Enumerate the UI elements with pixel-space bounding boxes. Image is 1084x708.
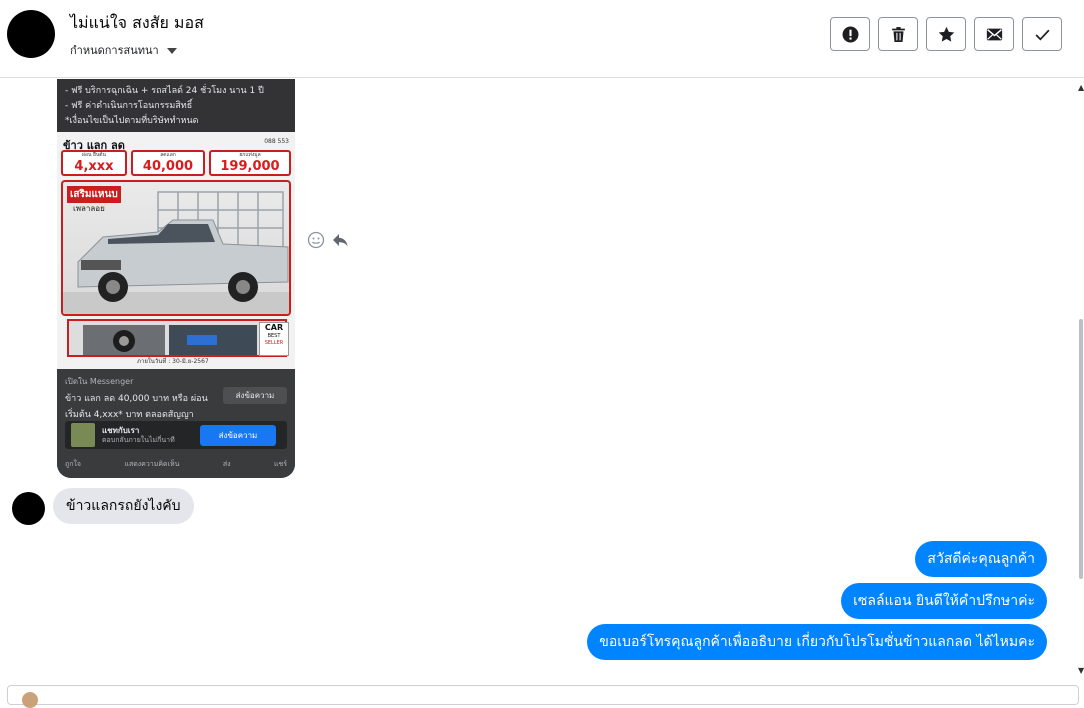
badge-text: BEST	[267, 333, 281, 339]
user-avatar	[22, 692, 38, 708]
promo-sub: เพลาลอย	[73, 204, 105, 213]
ad-date: ภายในวันที่ : 30-มิ.ย-2567	[137, 358, 209, 365]
scroll-thumb[interactable]	[1079, 319, 1083, 579]
ad-actions: ถูกใจ แสดงความคิดเห็น ส่ง แชร์	[65, 459, 287, 470]
conversation-header: ไม่แน่ใจ สงสัย มอส กำหนดการสนทนา	[0, 0, 1084, 78]
label-dropdown[interactable]: กำหนดการสนทนา	[70, 41, 177, 59]
scroll-up-arrow-icon[interactable]: ▲	[1078, 83, 1084, 92]
truck-photo: เสริมแหนบ เพลาลอย	[61, 180, 291, 316]
messenger-button-label: ส่งข้อความ	[218, 431, 258, 440]
share-action[interactable]: แชร์	[274, 459, 287, 470]
ad-line: - ฟรี ค่าดำเนินการโอนกรรมสิทธิ์	[65, 101, 193, 111]
contact-avatar[interactable]	[7, 10, 55, 58]
ad-description: - ฟรี บริการฉุกเฉิน + รถสไลด์ 24 ชั่วโมง…	[57, 79, 295, 132]
message-thread[interactable]: - ฟรี บริการฉุกเฉิน + รถสไลด์ 24 ชั่วโมง…	[0, 79, 1078, 683]
caret-down-icon	[166, 47, 177, 54]
delete-button[interactable]	[878, 17, 918, 51]
outgoing-message-bubble[interactable]: ขอเบอร์โทรคุณลูกค้าเพื่ออธิบาย เกี่ยวกับ…	[587, 624, 1047, 660]
badge-text: CAR	[264, 323, 284, 332]
scroll-down-arrow-icon[interactable]: ▼	[1078, 666, 1084, 675]
ad-text: ข้าว แลก ลด 40,000 บาท หรือ ผ่อน เริ่มต้…	[65, 391, 215, 423]
price-caption: ยกแท่งมูล	[239, 152, 261, 158]
detail-photos	[67, 319, 287, 357]
ad-send-message-button[interactable]: ส่งข้อความ	[223, 387, 287, 404]
mark-unread-button[interactable]	[974, 17, 1014, 51]
message-actions	[307, 231, 349, 249]
messenger-cta[interactable]: แชทกับเรา ตอบกลับภายในไม่กี่นาที ส่งข้อค…	[65, 421, 287, 449]
price-value: 4,xxx	[74, 159, 114, 174]
report-button[interactable]	[830, 17, 870, 51]
done-button[interactable]	[1022, 17, 1062, 51]
trash-icon	[891, 26, 905, 42]
best-seller-badge: CAR BEST SELLER	[259, 322, 289, 356]
contact-avatar-small[interactable]	[12, 492, 45, 525]
price-caption: ลดแลก	[160, 152, 176, 158]
ad-line: - ฟรี บริการฉุกเฉิน + รถสไลด์ 24 ชั่วโมง…	[65, 86, 264, 96]
ad-text-line: ข้าว แลก ลด 40,000 บาท หรือ ผ่อน	[65, 394, 208, 404]
outgoing-message-bubble[interactable]: เซลล์แอน ยินดีให้คำปรึกษาค่ะ	[841, 583, 1047, 619]
ad-info: เปิดใน Messenger ข้าว แลก ลด 40,000 บาท …	[57, 369, 295, 478]
price-value: 40,000	[142, 159, 194, 174]
outgoing-message-bubble[interactable]: สวัสดีค่ะคุณลูกค้า	[915, 541, 1047, 577]
price-box: ยกแท่งมูล 199,000	[209, 150, 291, 176]
messenger-send-button[interactable]: ส่งข้อความ	[200, 425, 276, 446]
messenger-sub: ตอบกลับภายในไม่กี่นาที	[102, 436, 175, 444]
price-box: ลดแลก 40,000	[131, 150, 205, 176]
toolbar	[830, 17, 1062, 51]
star-button[interactable]	[926, 17, 966, 51]
envelope-icon	[986, 28, 1002, 40]
reply-composer[interactable]	[7, 685, 1079, 708]
alert-icon	[842, 26, 858, 42]
comment-action[interactable]: แสดงความคิดเห็น	[124, 459, 179, 470]
ad-line: *เงื่อนไขเป็นไปตามที่บริษัททำหนด	[65, 116, 199, 126]
price-box: ผ่อน ยืนต้น 4,xxx	[61, 150, 127, 176]
price-value: 199,000	[220, 159, 280, 174]
send-action[interactable]: ส่ง	[223, 459, 231, 470]
smiley-icon[interactable]	[307, 231, 325, 249]
thread-scrollbar[interactable]: ▲ ▼	[1078, 79, 1084, 683]
ad-phone: 088 553	[264, 138, 289, 145]
check-icon	[1035, 29, 1049, 41]
reply-icon[interactable]	[331, 231, 349, 249]
badge-text: SELLER	[264, 340, 284, 346]
shared-ad-card[interactable]: - ฟรี บริการฉุกเฉิน + รถสไลด์ 24 ชั่วโมง…	[57, 79, 295, 478]
star-icon	[938, 26, 954, 42]
promo-label: เสริมแหนบ	[67, 186, 121, 203]
contact-name[interactable]: ไม่แน่ใจ สงสัย มอส	[70, 11, 204, 36]
like-action[interactable]: ถูกใจ	[65, 459, 81, 470]
price-caption: ผ่อน ยืนต้น	[82, 152, 106, 158]
label-dropdown-text: กำหนดการสนทนา	[70, 44, 159, 57]
ad-send-label: ส่งข้อความ	[235, 391, 275, 400]
incoming-message-bubble[interactable]: ข้าวแลกรถยังไงคับ	[53, 488, 194, 524]
ad-image[interactable]: ข้าว แลก ลด 088 553 ผ่อน ยืนต้น 4,xxx ลด…	[57, 132, 295, 369]
detail-photo-strip	[83, 325, 257, 355]
page-thumbnail	[71, 423, 95, 447]
